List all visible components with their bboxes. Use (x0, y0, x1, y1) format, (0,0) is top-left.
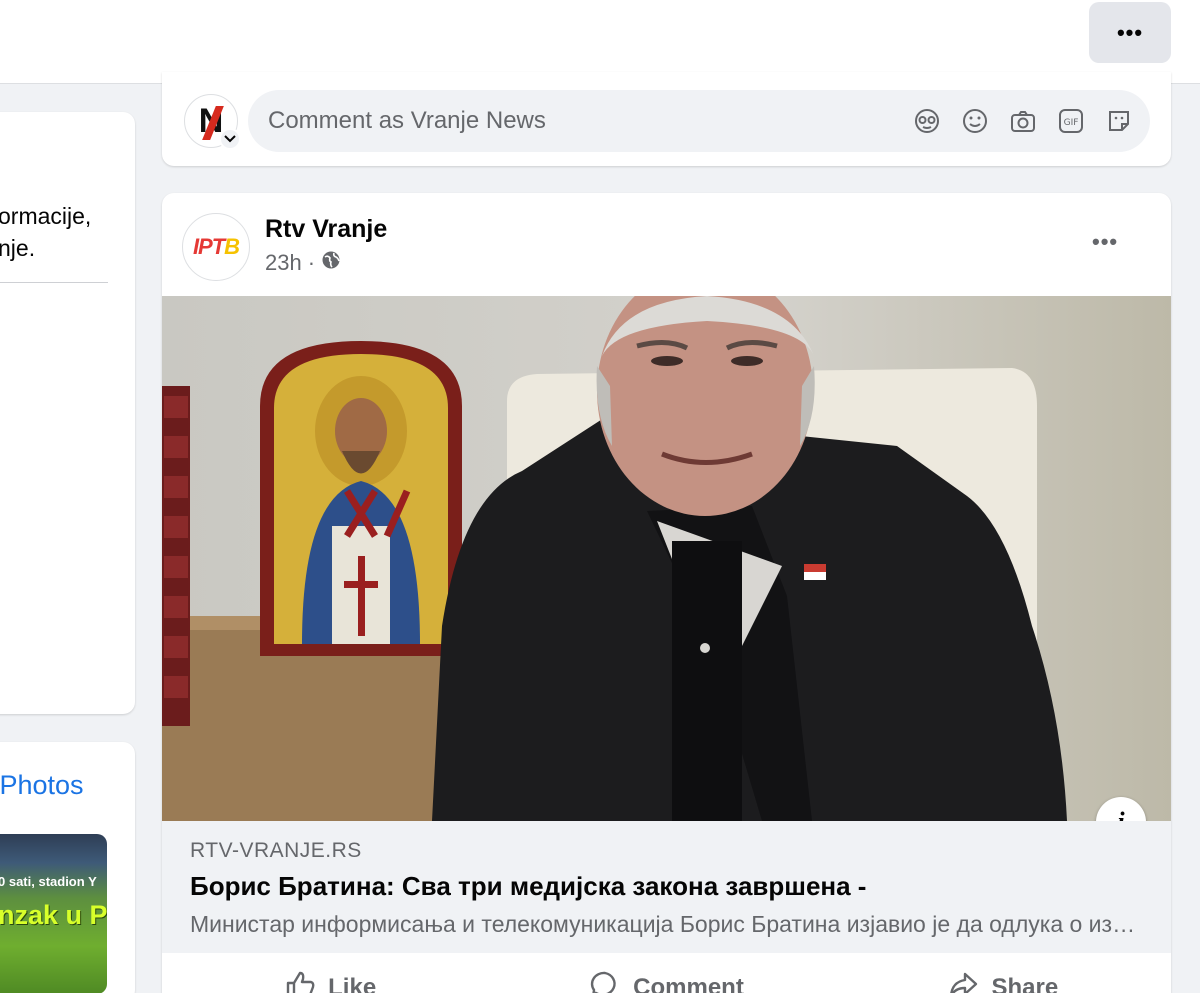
comment-label: Comment (633, 974, 744, 993)
globe-icon (321, 250, 341, 276)
emoji-icon[interactable] (960, 106, 990, 136)
share-icon (947, 969, 979, 993)
camera-icon[interactable] (1008, 106, 1038, 136)
chevron-down-icon[interactable] (219, 128, 241, 150)
link-description: Министар информисања и телекомуникација … (190, 911, 1140, 937)
see-all-photos-link[interactable]: ll Photos (0, 770, 84, 801)
author-avatar[interactable]: IPTB (182, 213, 250, 281)
post-photo (162, 296, 1171, 821)
composer-icons: GIF (912, 106, 1134, 136)
comment-button[interactable]: Comment (498, 953, 834, 993)
photo-caption-big: nzak u Pr (0, 900, 107, 930)
meta-separator: · (307, 250, 316, 275)
avatar-sticker-icon[interactable] (912, 106, 942, 136)
intro-line-2: nje. (0, 235, 36, 261)
like-label: Like (328, 974, 377, 993)
comment-composer-card: N GIF (162, 72, 1171, 166)
photos-card: ll Photos 0 sati, stadion Y nzak u Pr (0, 742, 135, 993)
svg-text:GIF: GIF (1064, 118, 1079, 128)
like-button[interactable]: Like (162, 953, 498, 993)
post-timestamp[interactable]: 23h (265, 250, 302, 276)
photo-caption-small: 0 sati, stadion Y (0, 874, 97, 889)
rtv-logo: IPTB (192, 234, 240, 259)
post-author-name[interactable]: Rtv Vranje (265, 215, 387, 244)
like-icon (284, 969, 316, 993)
comment-icon (589, 969, 621, 993)
sticker-icon[interactable] (1104, 106, 1134, 136)
gif-icon[interactable]: GIF (1056, 106, 1086, 136)
link-title: Борис Братина: Сва три медијска закона з… (190, 871, 867, 901)
intro-line-1: ormacije, (0, 203, 92, 229)
post-actions: Like Comment Share (162, 953, 1171, 993)
top-more-button[interactable]: ••• (1089, 2, 1171, 63)
divider (0, 282, 108, 283)
post-meta: 23h · (265, 250, 341, 276)
share-label: Share (991, 974, 1059, 993)
intro-text: ormacije, nje. (0, 200, 135, 264)
link-preview-image[interactable] (162, 296, 1171, 821)
page-intro-card: ormacije, nje. (0, 112, 135, 714)
link-domain: RTV-VRANJE.RS (190, 839, 362, 862)
link-preview[interactable]: RTV-VRANJE.RS Борис Братина: Сва три мед… (162, 821, 1171, 953)
share-button[interactable]: Share (835, 953, 1171, 993)
post-options-button[interactable]: ••• (1092, 229, 1118, 255)
feed-post: IPTB Rtv Vranje 23h · ••• RTV-VRANJE.RS … (162, 193, 1171, 993)
photo-thumbnail[interactable]: 0 sati, stadion Y nzak u Pr (0, 834, 107, 993)
